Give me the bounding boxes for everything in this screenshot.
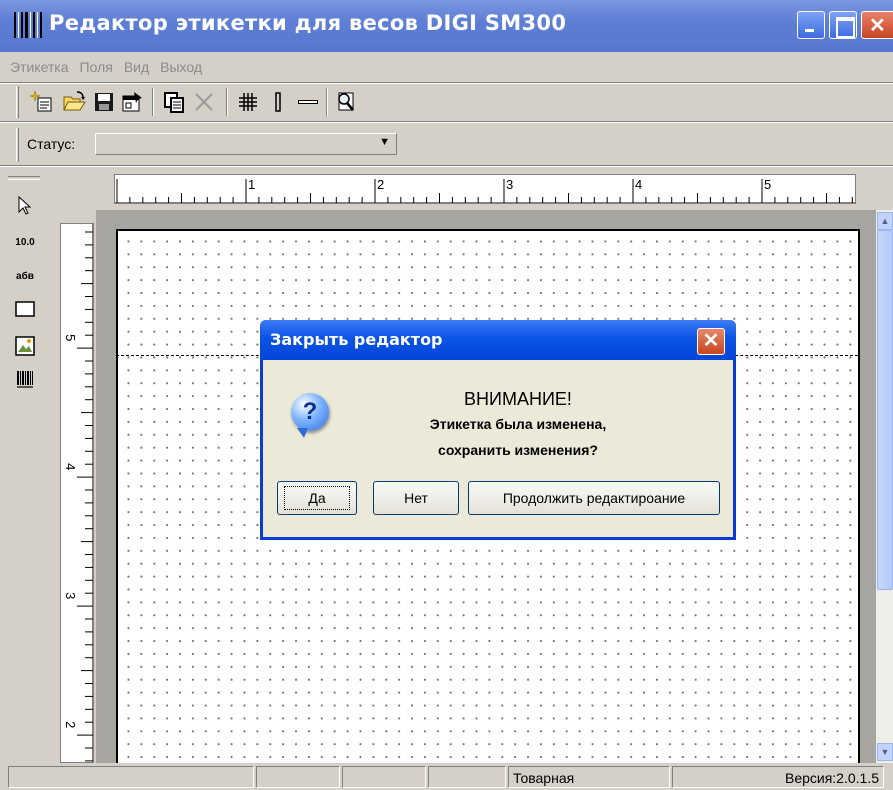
horizontal-ruler-scale: 1 2 3 4 5 — [115, 177, 855, 203]
dialog-heading: ВНИМАНИЕ! — [464, 389, 572, 409]
status-select[interactable]: ▼ — [95, 133, 397, 155]
barcode-app-icon — [14, 12, 42, 38]
scroll-thumb[interactable] — [877, 230, 893, 590]
ruler-label: 4 — [635, 177, 642, 192]
palette-grip[interactable] — [8, 176, 40, 180]
status-bar: Товарная Версия:2.0.1.5 — [0, 764, 893, 790]
menu-fields[interactable]: Поля — [80, 59, 113, 75]
dialog-close-button[interactable]: ✕ — [697, 328, 725, 355]
preview-icon[interactable] — [332, 88, 360, 116]
toolbar-grip[interactable] — [16, 86, 19, 118]
yes-button[interactable]: Да — [277, 481, 357, 515]
save-icon[interactable] — [90, 88, 118, 116]
dialog-title-bar: Закрыть редактор ✕ — [260, 320, 736, 360]
dropdown-arrow-icon[interactable]: ▼ — [379, 136, 390, 148]
menu-view[interactable]: Вид — [124, 59, 149, 75]
status-panel-1 — [8, 766, 254, 788]
dialog-body: ? ВНИМАНИЕ! Этикетка была изменена, сохр… — [263, 360, 733, 537]
grid-icon[interactable] — [234, 88, 262, 116]
vertical-scrollbar[interactable]: ▲ ▼ — [876, 210, 893, 763]
dialog-message-line-1: Этикетка была изменена, — [429, 416, 607, 432]
vertical-ruler: 5 4 3 2 — [60, 223, 94, 763]
barcode-icon[interactable] — [12, 368, 38, 392]
status-mode: Товарная — [508, 766, 670, 788]
divider — [0, 165, 893, 167]
ruler-label: 5 — [63, 334, 78, 341]
toolbar — [0, 84, 893, 120]
dialog-message-line-2: сохранить изменения? — [438, 442, 598, 458]
no-button-label: Нет — [404, 490, 428, 506]
text-field-tool[interactable]: абв — [12, 264, 38, 288]
delete-icon[interactable] — [190, 88, 218, 116]
ruler-label: 2 — [377, 177, 384, 192]
ruler-label: 2 — [63, 721, 78, 728]
rectangle-icon[interactable] — [12, 297, 38, 321]
scroll-down-arrow[interactable]: ▼ — [877, 743, 893, 761]
minimize-button[interactable] — [797, 11, 825, 39]
title-bar: Редактор этикетки для весов DIGI SM300 — [0, 0, 893, 52]
new-icon[interactable] — [28, 88, 56, 116]
ruler-label: 1 — [248, 177, 255, 192]
ruler-label: 4 — [63, 463, 78, 470]
close-editor-dialog: Закрыть редактор ✕ ? ВНИМАНИЕ! Этикетка … — [260, 320, 736, 540]
properties-icon[interactable] — [118, 88, 146, 116]
number-field-tool[interactable]: 10.0 — [12, 230, 38, 254]
tool-palette: 10.0 абв — [8, 172, 52, 762]
continue-editing-button[interactable]: Продолжить редактироание — [468, 481, 720, 515]
vertical-line-icon[interactable] — [264, 88, 292, 116]
menu-label[interactable]: Этикетка — [10, 59, 69, 75]
vertical-ruler-scale: 5 4 3 2 — [63, 224, 93, 762]
status-panel-2 — [256, 766, 340, 788]
close-window-button[interactable] — [861, 11, 893, 39]
pointer-icon[interactable] — [12, 194, 38, 218]
status-panel-3 — [342, 766, 426, 788]
horizontal-ruler: 1 2 3 4 5 — [114, 174, 856, 204]
scroll-up-arrow[interactable]: ▲ — [877, 212, 893, 230]
divider — [0, 121, 893, 123]
toolbar-separator — [326, 88, 328, 116]
window-title: Редактор этикетки для весов DIGI SM300 — [49, 11, 567, 35]
maximize-button[interactable] — [829, 11, 857, 39]
continue-button-label: Продолжить редактироание — [502, 490, 686, 506]
status-label: Статус: — [27, 136, 76, 152]
ruler-label: 3 — [63, 592, 78, 599]
horizontal-line-icon[interactable] — [294, 88, 322, 116]
open-icon[interactable] — [60, 88, 88, 116]
menu-exit[interactable]: Выход — [160, 59, 202, 75]
ruler-label: 5 — [764, 177, 771, 192]
toolbar-separator — [226, 88, 228, 116]
yes-button-label: Да — [284, 486, 350, 510]
app-window: Редактор этикетки для весов DIGI SM300 Э… — [0, 0, 893, 790]
dialog-title: Закрыть редактор — [270, 330, 443, 349]
status-panel-4 — [428, 766, 506, 788]
ruler-label: 3 — [506, 177, 513, 192]
no-button[interactable]: Нет — [373, 481, 459, 515]
menu-bar: Этикетка Поля Вид Выход — [0, 52, 893, 82]
image-icon[interactable] — [12, 334, 38, 358]
status-version: Версия:2.0.1.5 — [672, 766, 884, 788]
toolbar-grip[interactable] — [16, 128, 19, 162]
toolbar-separator — [152, 88, 154, 116]
status-row: Статус: ▼ — [0, 124, 893, 166]
copy-icon[interactable] — [160, 88, 188, 116]
